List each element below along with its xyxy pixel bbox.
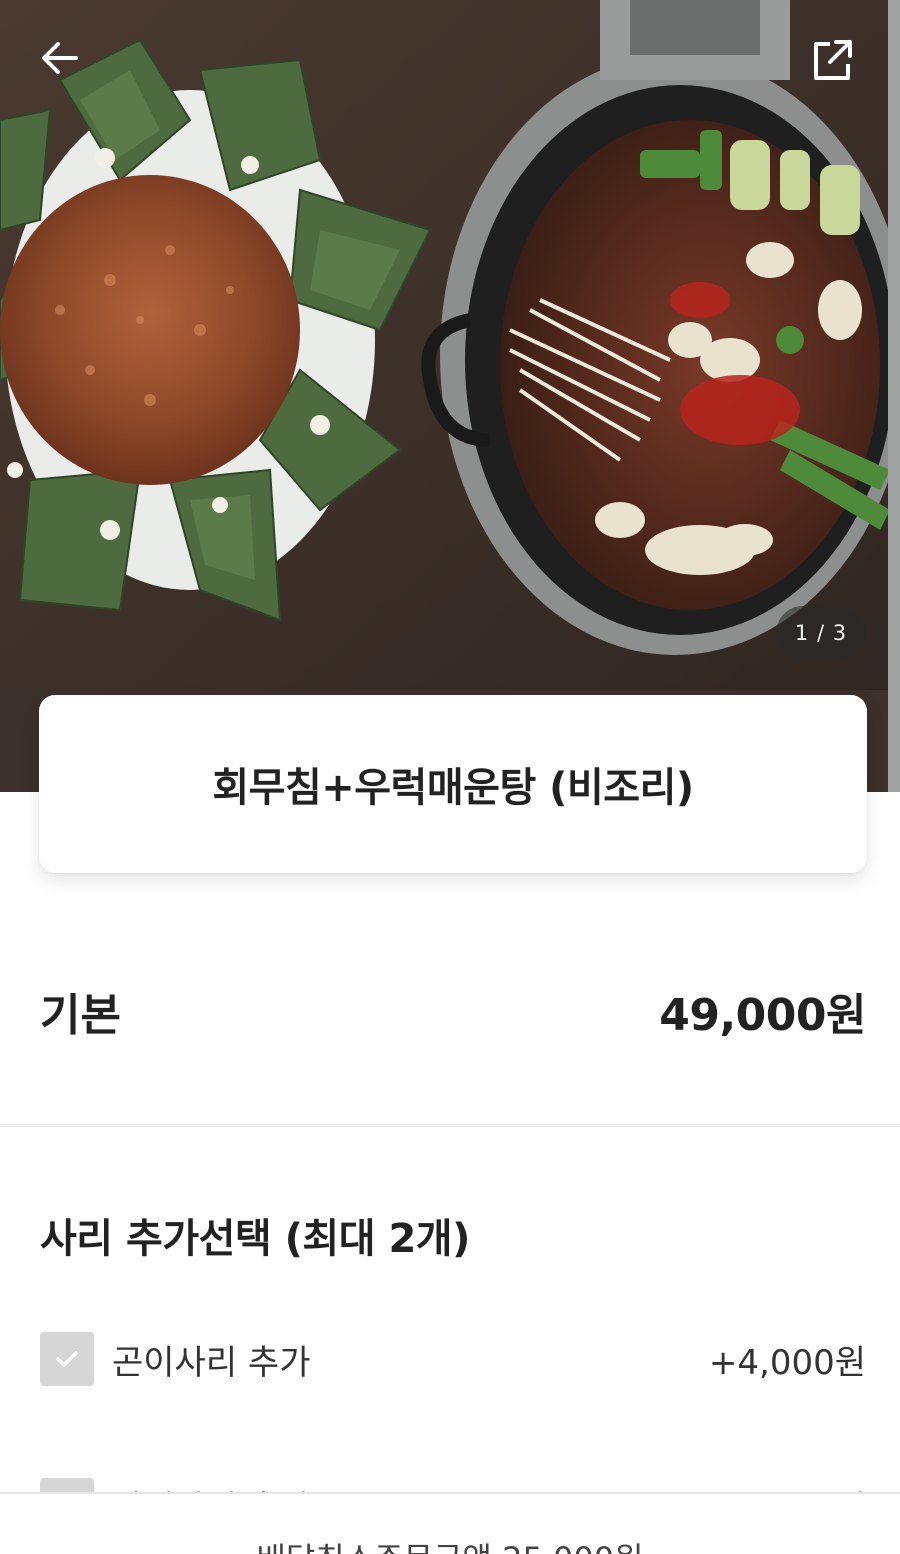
share-icon: [814, 40, 852, 80]
food-photo-illustration: [0, 0, 900, 792]
base-price-value: 49,000원: [659, 990, 866, 1041]
base-price-label: 기본: [40, 990, 121, 1041]
base-price-row: 기본 49,000원: [40, 970, 866, 1052]
option-checkbox[interactable]: [40, 1332, 94, 1386]
menu-title-card: 회무침+우럭매운탕 (비조리): [39, 695, 867, 873]
photo-counter: 1 / 3: [776, 606, 866, 660]
share-button[interactable]: [808, 36, 868, 92]
menu-photo[interactable]: 1 / 3: [0, 0, 900, 792]
option-label: 곤이사리 추가: [112, 1342, 311, 1383]
option-item-gon-i[interactable]: 곤이사리 추가 +4,000원: [40, 1331, 866, 1387]
option-price: +4,000원: [708, 1342, 866, 1383]
menu-title: 회무침+우럭매운탕 (비조리): [212, 765, 694, 811]
section-divider: [0, 1124, 900, 1127]
bottom-order-bar: 배달최소주문금액 25,000원: [0, 1492, 900, 1554]
options-section-title: 사리 추가선택 (최대 2개): [40, 1216, 470, 1262]
arrow-left-icon: [42, 42, 78, 74]
minimum-order-text: 배달최소주문금액 25,000원: [0, 1534, 900, 1554]
check-icon: [56, 1351, 78, 1367]
back-button[interactable]: [38, 36, 94, 92]
